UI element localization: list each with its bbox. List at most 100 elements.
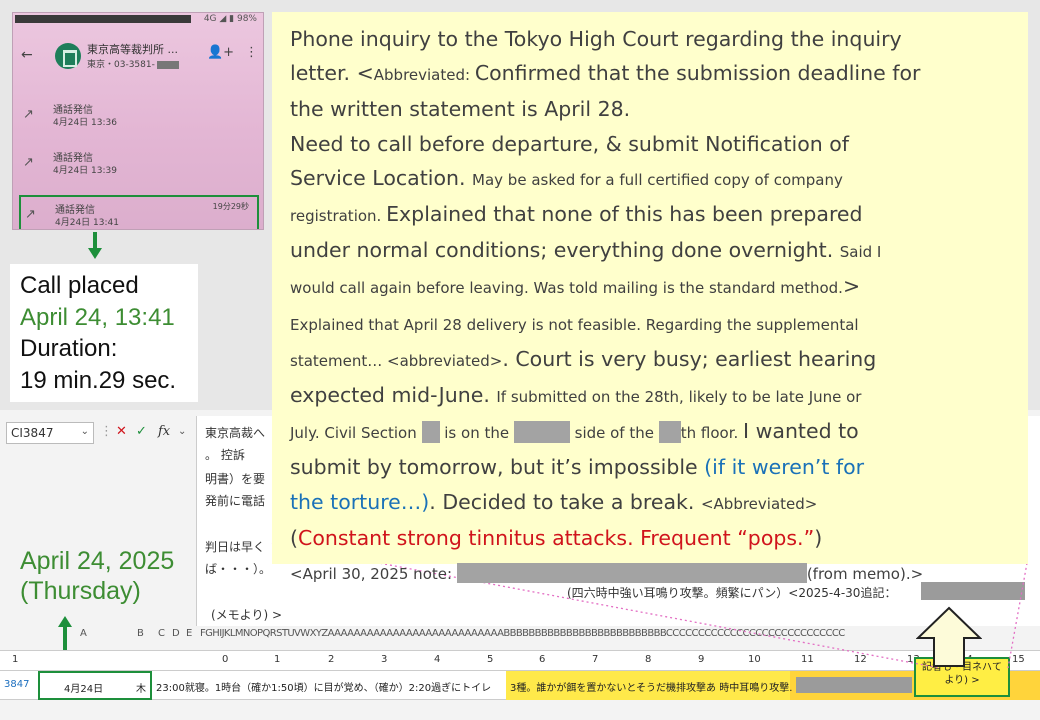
note-line: statement… <abbreviated>. Court is very … xyxy=(290,342,1012,378)
person-add-icon[interactable]: 👤+ xyxy=(207,45,234,60)
ruler-number: 6 xyxy=(539,654,546,665)
note-line: registration. Explained that none of thi… xyxy=(290,197,1012,233)
note-line: Phone inquiry to the Tokyo High Court re… xyxy=(290,27,902,51)
row-text-cell[interactable]: 3種。誰かが餌を置かないとそうだ機排攻撃あ 時中耳鳴り攻撃. xyxy=(510,679,792,694)
weekday-cell-value: 木 xyxy=(136,684,146,695)
redacted-block xyxy=(456,563,807,584)
note-line: under normal conditions; everything done… xyxy=(290,233,1012,269)
note-line: Explained that April 28 delivery is not … xyxy=(290,306,1012,342)
call-type-label: 通話発信 xyxy=(55,205,95,216)
note-line: the written statement is April 28. xyxy=(290,97,631,122)
note-line: Need to call before departure, & submit … xyxy=(290,131,850,156)
note-text-small: th floor. xyxy=(680,424,744,443)
cancel-icon[interactable]: ✕ xyxy=(116,424,127,439)
row-number[interactable]: 3847 xyxy=(4,679,29,690)
formula-text-line: 東京高裁へ xyxy=(205,426,266,440)
note-text-small: side of the xyxy=(569,424,659,443)
contact-phone: 東京・03-3581- xyxy=(87,57,179,70)
note-text-blue: the torture…) xyxy=(290,489,430,514)
contact-header: ← 東京高等裁判所 ... 東京・03-3581- 👤+ ⋮ xyxy=(13,37,263,81)
note-text: ) xyxy=(814,525,823,550)
contact-name: 東京高等裁判所 ... xyxy=(87,43,178,56)
phone-call-log-screenshot: 4G ◢ ▮ 98% ← 東京高等裁判所 ... 東京・03-3581- 👤+ … xyxy=(12,12,264,230)
note-text-red: Constant strong tinnitus attacks. Freque… xyxy=(298,525,815,550)
ruler-number: 0 xyxy=(222,654,229,665)
ruler-number: 11 xyxy=(801,654,814,665)
chevron-down-icon[interactable]: ⌄ xyxy=(178,426,186,437)
note-text: letter. < xyxy=(290,61,374,86)
separator-icon: ⋮ xyxy=(100,424,113,439)
ruler-number: 15 xyxy=(1012,654,1025,665)
formula-text-line: 明書）を要 xyxy=(205,472,266,486)
column-header[interactable]: E xyxy=(186,628,192,639)
note-text-small: July. Civil Section xyxy=(290,424,422,443)
outgoing-call-icon: ↗ xyxy=(25,207,36,222)
note-line: (Constant strong tinnitus attacks. Frequ… xyxy=(290,521,1012,555)
table-row[interactable]: 3847 4月24日 木 23:00就寝。1時台（確か1:50頃）に目が覚め、（… xyxy=(0,657,1040,700)
call-datetime: April 24, 13:41 xyxy=(20,303,175,331)
name-box-value: CI3847 xyxy=(11,426,54,440)
ruler-number: 7 xyxy=(592,654,599,665)
redacted-block xyxy=(658,421,681,444)
note-text-small: (from memo).> xyxy=(806,565,924,584)
more-vert-icon[interactable]: ⋮ xyxy=(245,45,258,60)
redacted-block xyxy=(796,677,912,693)
call-log-entry[interactable]: ↗ 通話発信 4月24日 13:36 xyxy=(19,97,259,137)
note-line: expected mid-June. If submitted on the 2… xyxy=(290,378,1012,414)
call-time: 4月24日 13:41 xyxy=(55,218,119,228)
building-avatar-icon xyxy=(55,43,81,69)
note-text: under normal conditions; everything done… xyxy=(290,238,840,263)
ruler-number: 8 xyxy=(645,654,652,665)
note-text: . Court is very busy; earliest hearing xyxy=(502,346,877,371)
note-text: Confirmed that the submission deadline f… xyxy=(474,61,921,86)
formula-text-line: 。 控訴 xyxy=(205,448,245,462)
row-header[interactable]: 1 xyxy=(12,654,18,665)
chevron-down-icon[interactable]: ⌄ xyxy=(81,426,89,437)
call-log-entry-highlighted[interactable]: ↗ 通話発信 4月24日 13:41 19分29秒 xyxy=(19,195,259,229)
note-text-small: If submitted on the 28th, likely to be l… xyxy=(496,388,862,407)
redacted-block xyxy=(421,421,440,444)
annotation-note: Phone inquiry to the Tokyo High Court re… xyxy=(272,12,1028,584)
formula-text-line: (メモより) > xyxy=(211,608,282,622)
note-text: submit by tomorrow, but it’s impossible xyxy=(290,455,705,480)
note-text-small: statement… <abbreviated> xyxy=(290,351,503,370)
note-line: letter. <Abbreviated: Confirmed that the… xyxy=(290,56,1012,92)
outgoing-call-icon: ↗ xyxy=(23,107,34,122)
note-text-small: May be asked for a full certified copy o… xyxy=(472,170,843,189)
call-time: 4月24日 13:36 xyxy=(53,118,117,128)
note-text: Explained that none of this has been pre… xyxy=(386,202,863,227)
redacted-number xyxy=(156,60,179,69)
note-text: expected mid-June. xyxy=(290,383,497,408)
date-cell-highlighted[interactable]: 4月24日 木 xyxy=(38,671,152,700)
note-line: <April 30, 2025 note: (from memo).> xyxy=(290,555,1012,591)
name-box[interactable]: CI3847 ⌄ xyxy=(6,422,94,444)
note-line: the torture…). Decided to take a break. … xyxy=(290,485,1012,521)
note-line: July. Civil Section is on the side of th… xyxy=(290,414,1012,450)
enter-icon[interactable]: ✓ xyxy=(136,424,147,439)
formula-text-line: 判日は早く xyxy=(205,540,266,554)
note-text-small: Said I xyxy=(839,243,882,262)
note-text: > xyxy=(842,274,861,299)
note-text: . Decided to take a break. xyxy=(429,489,701,514)
note-text-small: <April 30, 2025 note: xyxy=(290,565,457,584)
back-arrow-icon[interactable]: ← xyxy=(21,47,33,63)
status-text: 4G ◢ ▮ 98% xyxy=(203,14,257,24)
column-header[interactable]: B xyxy=(137,628,144,639)
redacted-status-bar xyxy=(15,15,191,23)
date-label-weekday: (Thursday) xyxy=(20,577,141,605)
note-text-small: Abbreviated: xyxy=(373,66,475,85)
column-header[interactable]: C xyxy=(158,628,165,639)
insert-function-icon[interactable]: fx xyxy=(158,424,170,439)
row-text-cell[interactable]: 23:00就寝。1時台（確か1:50頃）に目が覚め、（確か）2:20過ぎにトイレ xyxy=(156,679,491,694)
down-arrow-icon xyxy=(88,232,102,262)
hollow-up-arrow-icon xyxy=(916,606,982,667)
call-log-entry[interactable]: ↗ 通話発信 4月24日 13:39 xyxy=(19,145,259,185)
column-header[interactable]: D xyxy=(172,628,180,639)
duration-label: Duration: xyxy=(20,335,118,362)
note-text-small: registration. xyxy=(290,207,387,226)
ruler-number: 9 xyxy=(698,654,705,665)
column-header[interactable]: A xyxy=(80,628,87,639)
call-time: 4月24日 13:39 xyxy=(53,166,117,176)
column-header-run[interactable]: FGHIJKLMNOPQRSTUVWXYZAAAAAAAAAAAAAAAAAAA… xyxy=(200,628,845,639)
call-info-box: Call placed April 24, 13:41 Duration: 19… xyxy=(10,264,198,402)
